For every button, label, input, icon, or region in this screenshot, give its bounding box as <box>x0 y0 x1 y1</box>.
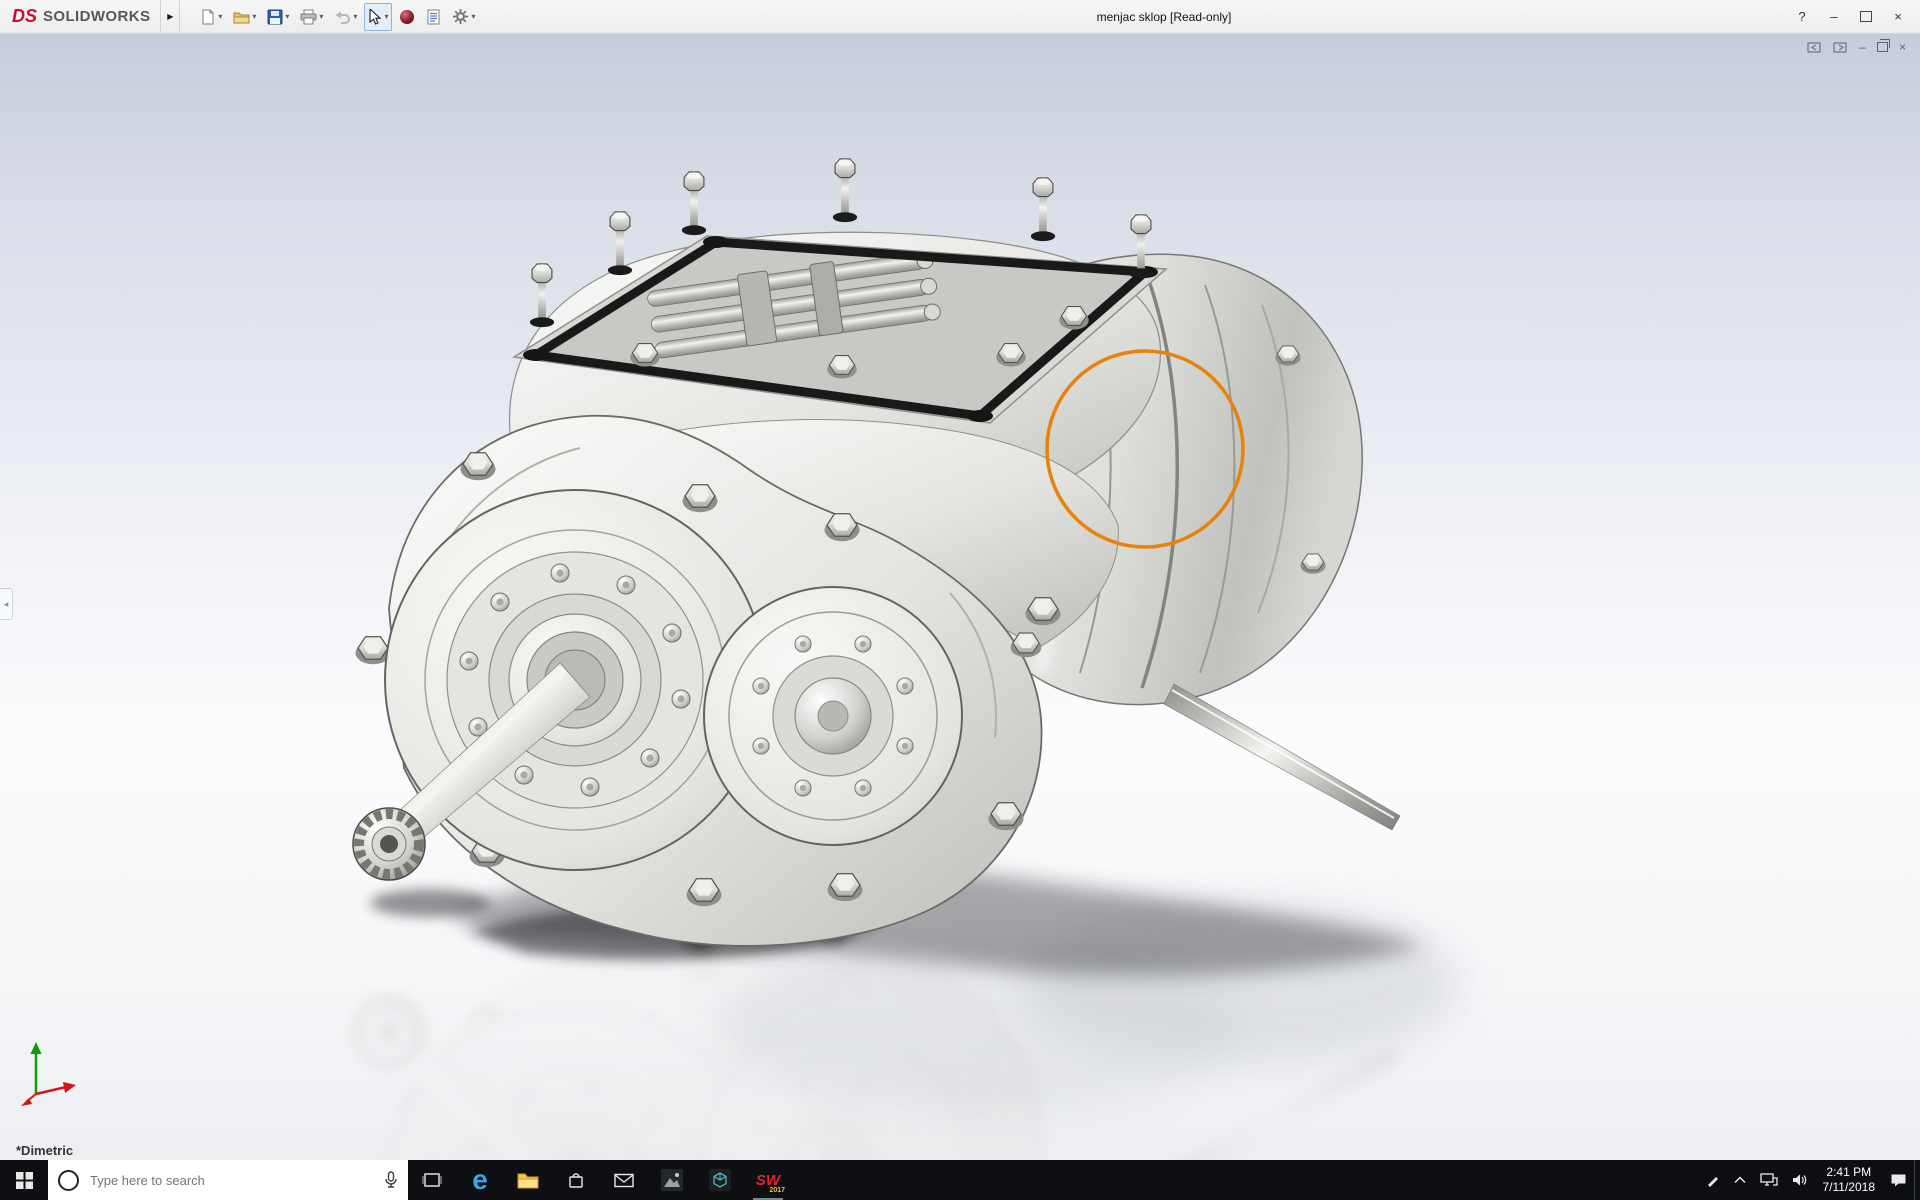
task-view-icon <box>422 1173 442 1187</box>
file-explorer-button[interactable] <box>504 1160 552 1200</box>
doc-restore-button[interactable] <box>1876 39 1890 55</box>
open-button[interactable]: ▾ <box>229 3 260 31</box>
system-tray: 2:41 PM 7/11/2018 <box>1699 1160 1920 1200</box>
options-button[interactable]: ▾ <box>448 3 479 31</box>
start-icon <box>15 1171 33 1189</box>
network-icon <box>1759 1173 1778 1186</box>
solidworks-app-icon: SW 2017 <box>755 1171 785 1195</box>
3d-viewer-icon <box>709 1169 731 1191</box>
select-cursor-icon <box>369 8 382 25</box>
print-icon <box>300 9 317 24</box>
orientation-triad[interactable] <box>20 1038 84 1108</box>
featuremanager-flyout-arrow[interactable]: ◂ <box>0 588 13 620</box>
tray-chevron-icon <box>1733 1176 1746 1184</box>
3d-viewer-button[interactable] <box>696 1160 744 1200</box>
cortana-circle-icon <box>58 1169 79 1191</box>
tray-overflow-button[interactable] <box>1727 1160 1753 1200</box>
ds-logo-icon: DS <box>12 6 38 26</box>
solidworks-app-button[interactable]: SW 2017 <box>744 1160 792 1200</box>
new-document-icon <box>202 9 214 24</box>
taskbar-search[interactable] <box>48 1160 408 1200</box>
clock-date: 7/11/2018 <box>1822 1180 1876 1194</box>
task-view-button[interactable] <box>408 1160 456 1200</box>
photos-button[interactable] <box>648 1160 696 1200</box>
mail-button[interactable] <box>600 1160 648 1200</box>
undo-icon <box>335 11 351 24</box>
dropdown-arrow-icon[interactable]: ▾ <box>285 12 289 21</box>
network-button[interactable] <box>1753 1160 1785 1200</box>
document-sheet-icon <box>427 9 440 24</box>
edge-icon: e <box>472 1164 488 1195</box>
minimize-button[interactable]: – <box>1818 0 1850 33</box>
options-gear-icon <box>453 9 469 24</box>
maximize-icon <box>1860 11 1872 22</box>
doc-close-button[interactable]: × <box>1899 39 1906 55</box>
dropdown-arrow-icon[interactable]: ▾ <box>319 12 323 21</box>
graphics-area[interactable]: – × ◂ *Dimetric <box>0 33 1920 1160</box>
screen: DS SOLIDWORKS ▶ ▾ ▾ ▾ ▾ ▾ ▾ ▾ menjac skl… <box>0 0 1920 1200</box>
dropdown-arrow-icon[interactable]: ▾ <box>218 12 222 21</box>
appearances-button[interactable] <box>395 3 419 31</box>
undo-button[interactable]: ▾ <box>330 3 361 31</box>
mail-icon <box>614 1173 634 1187</box>
doc-pane-left-button[interactable] <box>1807 39 1822 55</box>
gearbox-model[interactable] <box>353 159 1400 946</box>
3d-model-canvas[interactable] <box>0 33 1920 1160</box>
show-desktop-button[interactable] <box>1914 1160 1920 1200</box>
document-properties-button[interactable] <box>422 3 445 31</box>
new-document-button[interactable]: ▾ <box>196 3 226 31</box>
save-button[interactable]: ▾ <box>263 3 293 31</box>
document-window-controls: – × <box>1807 39 1906 55</box>
appearance-sphere-icon <box>400 9 415 24</box>
open-icon <box>233 12 250 23</box>
restore-icon <box>1876 39 1890 52</box>
print-button[interactable]: ▾ <box>296 3 327 31</box>
edge-button[interactable]: e <box>456 1160 504 1200</box>
start-button[interactable] <box>0 1160 48 1200</box>
action-center-icon <box>1891 1174 1906 1186</box>
x-axis <box>35 1085 67 1096</box>
solidworks-logo: DS SOLIDWORKS <box>0 0 160 33</box>
pane-arrow-right-icon <box>1833 42 1847 52</box>
search-input[interactable] <box>88 1171 375 1189</box>
titlebar: DS SOLIDWORKS ▶ ▾ ▾ ▾ ▾ ▾ ▾ ▾ menjac skl… <box>0 0 1920 34</box>
taskbar: e SW 2017 <box>0 1160 1920 1200</box>
dropdown-arrow-icon[interactable]: ▾ <box>384 12 388 21</box>
quick-access-toolbar: ▾ ▾ ▾ ▾ ▾ ▾ ▾ <box>180 2 479 31</box>
pen-icon <box>1707 1177 1718 1187</box>
doc-pane-right-button[interactable] <box>1833 39 1848 55</box>
view-orientation-label: *Dimetric <box>16 1143 74 1158</box>
dropdown-arrow-icon[interactable]: ▾ <box>471 12 475 21</box>
store-button[interactable] <box>552 1160 600 1200</box>
pane-arrow-left-icon <box>1807 42 1821 52</box>
action-center-button[interactable] <box>1883 1160 1914 1200</box>
photos-icon <box>661 1169 683 1191</box>
select-tool-button[interactable]: ▾ <box>364 2 393 31</box>
window-controls: ? – × <box>1786 0 1920 33</box>
close-button[interactable]: × <box>1882 0 1914 33</box>
menu-flyout-arrow[interactable]: ▶ <box>160 0 181 33</box>
dropdown-arrow-icon[interactable]: ▾ <box>353 12 357 21</box>
volume-icon <box>1792 1174 1806 1186</box>
taskbar-clock[interactable]: 2:41 PM 7/11/2018 <box>1815 1165 1884 1195</box>
doc-minimize-button[interactable]: – <box>1859 39 1866 55</box>
dropdown-arrow-icon[interactable]: ▾ <box>252 12 256 21</box>
document-title: menjac sklop [Read-only] <box>1096 9 1232 24</box>
store-icon <box>569 1173 583 1188</box>
microphone-icon[interactable] <box>384 1171 398 1189</box>
brand-text: SOLIDWORKS <box>43 8 151 25</box>
file-explorer-icon <box>517 1173 539 1189</box>
help-button[interactable]: ? <box>1786 0 1818 33</box>
maximize-button[interactable] <box>1850 0 1882 33</box>
pen-button[interactable] <box>1699 1160 1727 1200</box>
save-icon <box>267 9 283 24</box>
volume-button[interactable] <box>1785 1160 1815 1200</box>
clock-time: 2:41 PM <box>1826 1165 1872 1179</box>
flyout-arrow-icon: ▶ <box>167 12 174 21</box>
